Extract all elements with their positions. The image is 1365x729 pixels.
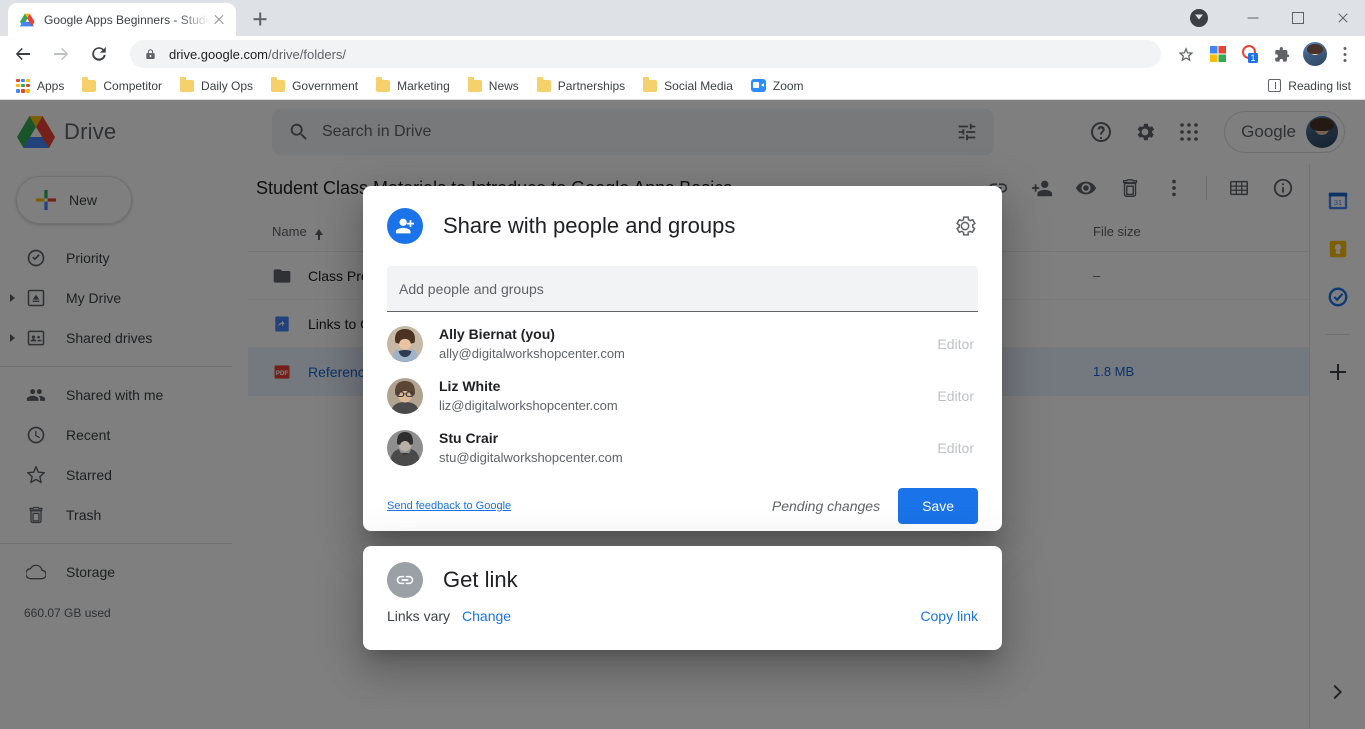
avatar [387, 430, 423, 466]
person-role[interactable]: Editor [937, 388, 978, 404]
add-people-placeholder: Add people and groups [399, 280, 544, 297]
folder-icon [536, 77, 551, 92]
person-name: Ally Biernat (you) [439, 326, 555, 342]
save-button[interactable]: Save [898, 488, 978, 524]
bookmark-label: News [488, 78, 519, 93]
svg-text:1: 1 [1250, 53, 1255, 63]
zoom-icon [750, 79, 766, 92]
bookmark-marketing[interactable]: Marketing [368, 76, 458, 96]
back-icon[interactable] [8, 39, 38, 69]
bookmark-label: Apps [37, 78, 65, 93]
bookmark-label: Daily Ops [201, 78, 254, 93]
bookmark-star-icon[interactable] [1171, 39, 1201, 69]
list-item[interactable]: Liz White liz@digitalworkshopcenter.com … [387, 370, 978, 422]
bookmark-news[interactable]: News [460, 76, 527, 96]
get-link-title: Get link [443, 567, 518, 592]
bookmark-daily-ops[interactable]: Daily Ops [172, 76, 261, 96]
reload-icon[interactable] [84, 39, 114, 69]
pending-changes-label: Pending changes [771, 498, 881, 514]
browser-tab[interactable]: Google Apps Beginners - Studen [8, 3, 236, 36]
bookmark-label: Partnerships [557, 78, 626, 93]
footer-actions: Pending changes Save [772, 488, 978, 524]
extensions-puzzle-icon[interactable] [1267, 39, 1297, 69]
person-role[interactable]: Editor [937, 440, 978, 456]
link-icon [387, 562, 423, 598]
window-controls [1190, 0, 1365, 36]
maximize-button[interactable] [1275, 0, 1320, 36]
bookmark-label: Marketing [397, 78, 450, 93]
browser-window: Google Apps Beginners - Studen drive.goo… [0, 0, 1365, 729]
folder-icon [271, 77, 286, 92]
address-bar[interactable]: drive.google.com/drive/folders/ [130, 40, 1161, 68]
minimize-button[interactable] [1230, 0, 1275, 36]
add-people-input[interactable]: Add people and groups [387, 266, 978, 312]
lock-icon [144, 48, 157, 61]
gear-icon[interactable] [952, 213, 978, 239]
bookmark-apps[interactable]: Apps [8, 76, 72, 96]
profile-avatar[interactable] [1303, 42, 1327, 66]
link-status-label: Links vary [387, 608, 451, 624]
bookmark-partnerships[interactable]: Partnerships [529, 76, 633, 96]
google-extension-icon[interactable] [1203, 39, 1233, 69]
close-window-button[interactable] [1320, 0, 1365, 36]
share-dialog-footer: Send feedback to Google Pending changes … [363, 474, 1002, 524]
share-dialog: Share with people and groups Add people … [363, 186, 1002, 531]
person-name: Stu Crair [439, 430, 499, 446]
tab-title: Google Apps Beginners - Studen [44, 12, 210, 27]
bookmark-competitor[interactable]: Competitor [74, 76, 170, 96]
person-email: liz@digitalworkshopcenter.com [439, 398, 618, 413]
chrome-menu-icon[interactable] [1333, 42, 1357, 66]
person-email: stu@digitalworkshopcenter.com [439, 450, 623, 465]
avatar [387, 378, 423, 414]
new-tab-button[interactable] [246, 5, 274, 33]
reading-list-button[interactable]: Reading list [1262, 76, 1357, 96]
list-item[interactable]: Stu Crair stu@digitalworkshopcenter.com … [387, 422, 978, 474]
bookmark-label: Social Media [664, 78, 733, 93]
person-info: Ally Biernat (you) ally@digitalworkshopc… [439, 326, 937, 362]
send-feedback-link[interactable]: Send feedback to Google [387, 500, 511, 512]
folder-icon [467, 77, 482, 92]
close-icon[interactable] [210, 11, 228, 29]
tab-strip: Google Apps Beginners - Studen [0, 0, 1365, 36]
browser-toolbar: drive.google.com/drive/folders/ 1 [0, 36, 1365, 72]
folder-icon [643, 77, 658, 92]
url-domain: drive.google.com [169, 46, 268, 62]
person-email: ally@digitalworkshopcenter.com [439, 346, 625, 361]
person-add-icon [387, 208, 423, 244]
person-name: Liz White [439, 378, 501, 394]
drive-icon [19, 12, 35, 28]
folder-icon [376, 77, 391, 92]
person-info: Liz White liz@digitalworkshopcenter.com [439, 378, 937, 414]
share-dialog-header: Share with people and groups [363, 186, 1002, 244]
share-dialog-title: Share with people and groups [443, 213, 736, 238]
get-link-row: Links vary Change Copy link [363, 598, 1002, 624]
bookmark-label: Competitor [103, 78, 163, 93]
folder-icon [82, 77, 97, 92]
url-text: drive.google.com/drive/folders/ [169, 47, 346, 62]
bookmark-social-media[interactable]: Social Media [635, 76, 741, 96]
url-path: /drive/folders/ [268, 46, 347, 62]
grammarly-extension-icon[interactable]: 1 [1235, 39, 1265, 69]
copy-link-button[interactable]: Copy link [920, 608, 978, 624]
person-role[interactable]: Editor [937, 336, 978, 352]
person-info: Stu Crair stu@digitalworkshopcenter.com [439, 430, 937, 466]
bookmarks-bar: Apps Competitor Daily Ops Government Mar… [0, 72, 1365, 100]
get-link-header: Get link [363, 546, 1002, 598]
reading-list-icon [1268, 79, 1282, 92]
get-link-dialog: Get link Links vary Change Copy link [363, 546, 1002, 650]
bookmark-label: Government [292, 78, 359, 93]
reading-list-label: Reading list [1288, 78, 1351, 93]
change-link-button[interactable]: Change [462, 608, 511, 624]
avatar [387, 326, 423, 362]
apps-grid-icon [16, 78, 30, 93]
forward-icon[interactable] [46, 39, 76, 69]
list-item[interactable]: Ally Biernat (you) ally@digitalworkshopc… [387, 318, 978, 370]
bookmark-government[interactable]: Government [263, 76, 366, 96]
people-list: Ally Biernat (you) ally@digitalworkshopc… [363, 312, 1002, 474]
download-indicator-icon[interactable] [1190, 9, 1208, 27]
bookmark-zoom[interactable]: Zoom [743, 76, 812, 96]
folder-icon [180, 77, 195, 92]
bookmark-label: Zoom [772, 78, 804, 93]
